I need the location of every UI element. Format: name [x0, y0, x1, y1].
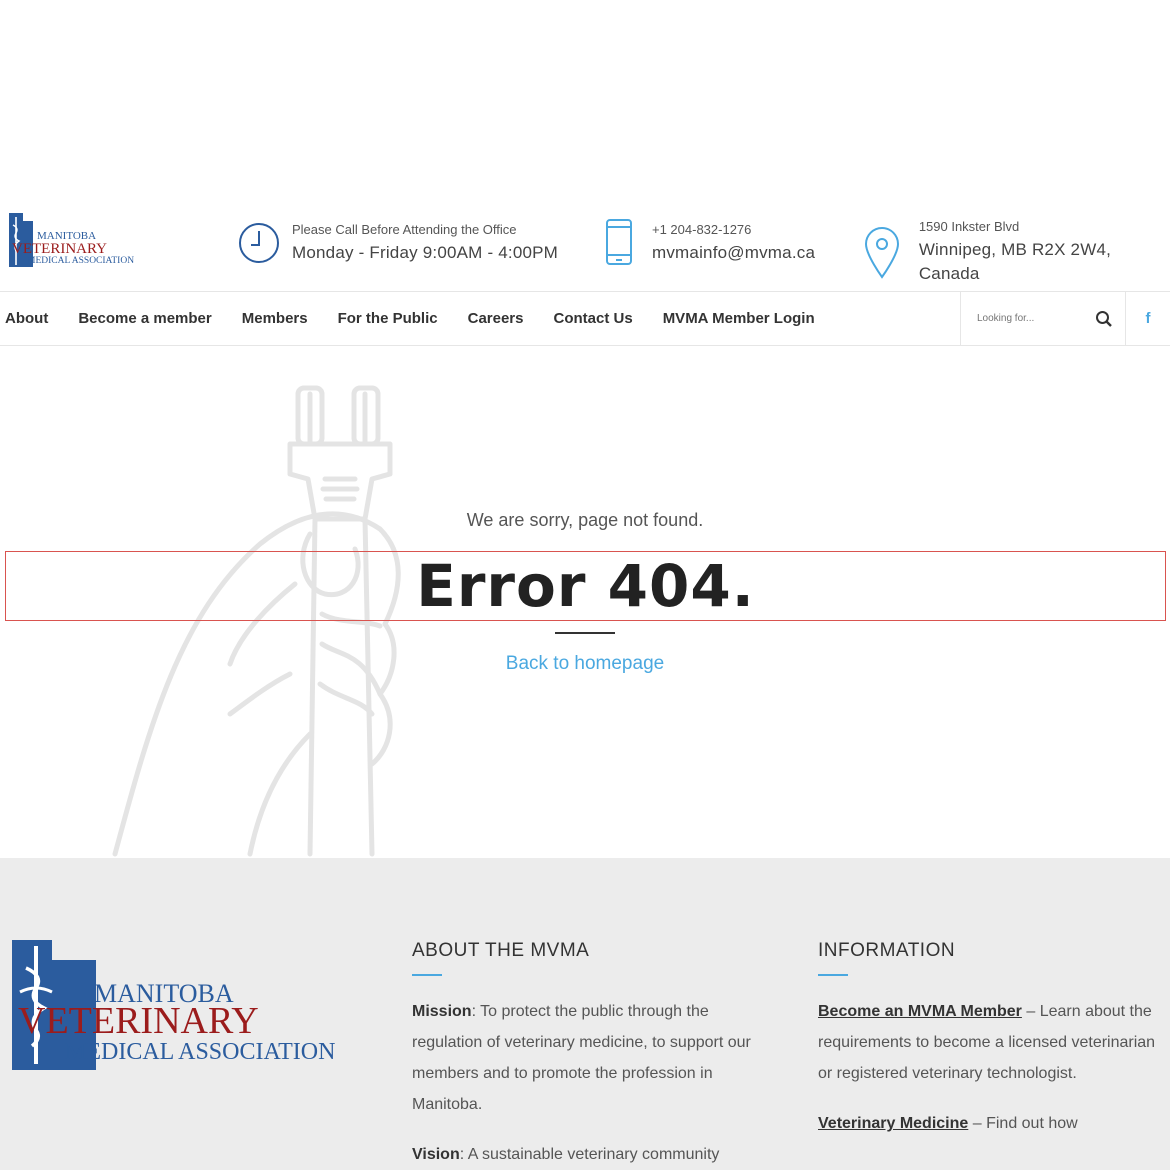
nav-menu: About Become a member Members For the Pu…: [5, 292, 845, 345]
unplugged-hand-illustration: [112, 385, 401, 857]
about-heading: ABOUT THE MVMA: [412, 940, 590, 961]
nav-item-careers[interactable]: Careers: [468, 310, 524, 327]
become-member-link[interactable]: Become an MVMA Member: [818, 1003, 1022, 1020]
nav-item-become-a-member[interactable]: Become a member: [78, 310, 211, 327]
location-pin-icon: [860, 227, 905, 279]
mvma-footer-logo[interactable]: MANITOBA VETERINARY MEDICAL ASSOCIATION: [10, 938, 350, 1073]
vision-label: Vision: [412, 1146, 460, 1163]
logo-line-2: VETERINARY: [12, 241, 107, 257]
office-hours-info: Please Call Before Attending the Office …: [236, 218, 558, 268]
nav-item-about[interactable]: About: [5, 310, 48, 327]
mission-label: Mission: [412, 1003, 472, 1020]
title-divider: [555, 632, 615, 634]
mvma-logo[interactable]: MANITOBA VETERINARY MEDICAL ASSOCIATION: [7, 211, 152, 271]
nav-item-contact-us[interactable]: Contact Us: [554, 310, 633, 327]
vision-text: : A sustainable veterinary community: [459, 1146, 720, 1163]
veterinary-medicine-link[interactable]: Veterinary Medicine: [818, 1115, 968, 1132]
error-subtitle: We are sorry, page not found.: [466, 510, 704, 530]
search-box: [960, 292, 1126, 345]
site-footer: MANITOBA VETERINARY MEDICAL ASSOCIATION …: [0, 858, 1170, 1170]
info-item-membership: Become an MVMA Member – Learn about the …: [818, 996, 1168, 1089]
phone-icon: [596, 218, 642, 268]
search-icon[interactable]: [1095, 310, 1113, 328]
mission-paragraph: Mission: To protect the public through t…: [412, 996, 762, 1120]
vision-paragraph: Vision: A sustainable veterinary communi…: [412, 1139, 762, 1170]
phone-number[interactable]: +1 204-832-1276: [652, 221, 815, 238]
address-info: 1590 Inkster Blvd Winnipeg, MB R2X 2W4, …: [860, 218, 1170, 286]
footer-logo-line-3: MEDICAL ASSOCIATION: [65, 1039, 335, 1065]
about-heading-underline: [412, 974, 442, 976]
logo-line-3: MEDICAL ASSOCIATION: [27, 256, 134, 266]
address-street: 1590 Inkster Blvd: [918, 219, 1020, 234]
office-hours-note: Please Call Before Attending the Office: [292, 222, 517, 237]
error-title: Error 404.: [416, 552, 755, 620]
facebook-icon[interactable]: f: [1126, 292, 1170, 345]
error-title-box: Error 404.: [5, 551, 1166, 621]
nav-item-member-login[interactable]: MVMA Member Login: [663, 310, 815, 327]
search-input[interactable]: [975, 312, 1089, 325]
nav-item-members[interactable]: Members: [242, 310, 308, 327]
contact-info: +1 204-832-1276 mvmainfo@mvma.ca: [596, 218, 815, 268]
information-column: INFORMATION Become an MVMA Member – Lear…: [818, 940, 1168, 1139]
about-mvma-column: ABOUT THE MVMA Mission: To protect the p…: [412, 940, 762, 1170]
footer-logo-line-2: VETERINARY: [18, 1000, 259, 1042]
clock-icon: [236, 218, 282, 268]
information-heading-underline: [818, 974, 848, 976]
back-to-homepage-link[interactable]: Back to homepage: [0, 653, 1170, 675]
address-city: Winnipeg, MB R2X 2W4, Canada: [918, 240, 1112, 283]
email-address[interactable]: mvmainfo@mvma.ca: [652, 241, 815, 265]
office-hours: Monday - Friday 9:00AM - 4:00PM: [292, 243, 559, 262]
main-nav: About Become a member Members For the Pu…: [0, 291, 1170, 346]
nav-item-for-the-public[interactable]: For the Public: [338, 310, 438, 327]
information-heading: INFORMATION: [818, 940, 956, 961]
veterinary-medicine-text: – Find out how: [968, 1115, 1078, 1132]
info-item-vet-medicine: Veterinary Medicine – Find out how: [818, 1108, 1168, 1139]
